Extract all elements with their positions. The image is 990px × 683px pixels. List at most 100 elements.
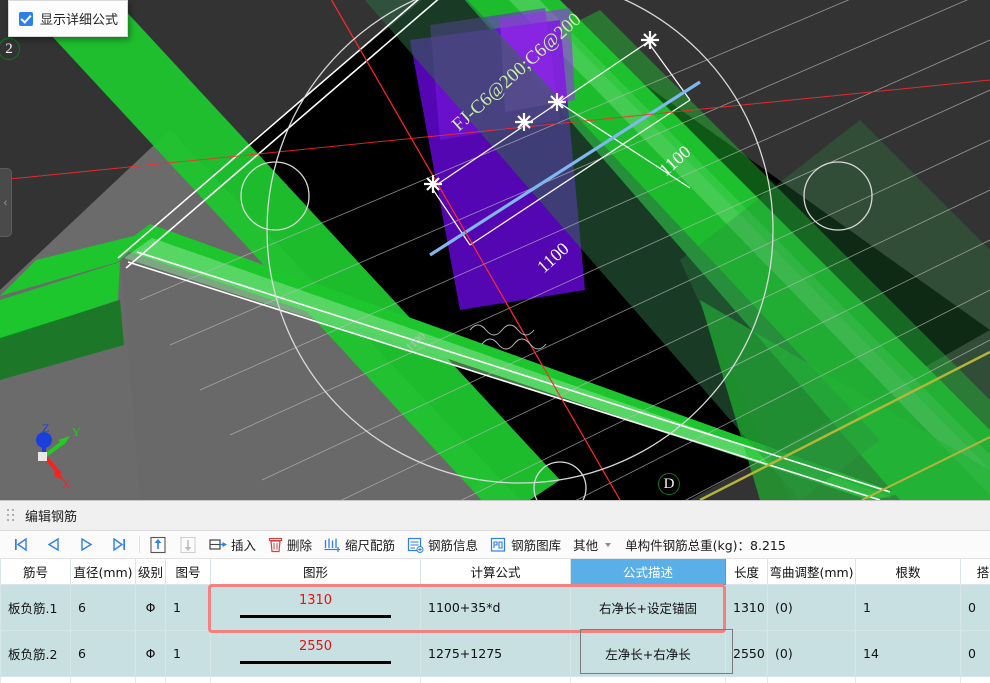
arrow-down-icon <box>180 536 196 553</box>
cell-desc[interactable]: 右净长+设定锚固 <box>570 584 726 631</box>
cell-overlap[interactable]: 0 <box>960 630 990 677</box>
table-header-row: 筋号 直径(mm) 级别 图号 图形 计算公式 公式描述 长度 弯曲调整(mm)… <box>0 559 990 585</box>
cell-empty[interactable] <box>420 676 571 683</box>
cell-drawno[interactable]: 1 <box>165 630 211 677</box>
cell-formula[interactable]: 1100+35*d <box>420 584 571 631</box>
panel-title: 编辑钢筋 <box>25 510 78 525</box>
application-root: 2 D FJ-C6@200;C6@200 1100 1100 1100 Z Y … <box>0 0 990 683</box>
other-label: 其他 <box>573 538 599 553</box>
cell-no[interactable]: 板负筋.1 <box>0 584 71 631</box>
cell-empty[interactable] <box>70 676 136 683</box>
column-header-shape[interactable]: 图形 <box>210 559 421 585</box>
insert-label: 插入 <box>231 538 257 553</box>
delete-label: 删除 <box>287 538 313 553</box>
insert-row-button[interactable]: 插入 <box>203 533 262 557</box>
move-up-button[interactable] <box>143 533 173 557</box>
show-detailed-formula-label: 显示详细公式 <box>40 13 119 28</box>
shape-length-label: 1310 <box>298 593 333 608</box>
shape-rebar-line <box>240 661 391 664</box>
cad-3d-viewport[interactable]: 2 D FJ-C6@200;C6@200 1100 1100 1100 Z Y … <box>0 0 990 500</box>
cell-empty[interactable] <box>0 676 71 683</box>
axis-bubble-d[interactable]: D <box>658 473 680 495</box>
rebar-info-label: 钢筋信息 <box>428 538 479 553</box>
cell-bend[interactable]: (0) <box>767 630 856 677</box>
rebar-info-icon <box>407 537 424 553</box>
edit-rebar-panel: 编辑钢筋 插入 删除 缩尺配筋 钢筋信息 钢筋图库 其他 单构件钢筋总重(kg)… <box>0 500 990 683</box>
cell-count[interactable]: 14 <box>855 630 961 677</box>
rebar-toolbar: 插入 删除 缩尺配筋 钢筋信息 钢筋图库 其他 单构件钢筋总重(kg)：8.21… <box>0 531 990 559</box>
cell-overlap[interactable]: 0 <box>960 584 990 631</box>
cell-shape[interactable]: 1310 <box>210 584 421 631</box>
move-down-button[interactable] <box>173 533 203 557</box>
chevron-left-icon: ‹ <box>3 196 8 209</box>
delete-row-button[interactable]: 删除 <box>262 533 318 557</box>
cell-shape[interactable]: 2550 <box>210 630 421 677</box>
svg-text:Z: Z <box>42 421 49 435</box>
first-record-button[interactable] <box>4 533 37 557</box>
axis-bubble-label: 2 <box>5 40 13 57</box>
column-header-no[interactable]: 筋号 <box>0 559 71 585</box>
cell-empty[interactable] <box>165 676 211 683</box>
total-weight-label: 单构件钢筋总重(kg)：8.215 <box>625 538 786 553</box>
cell-drawno[interactable]: 1 <box>165 584 211 631</box>
shape-rebar-line <box>240 615 391 618</box>
cell-no[interactable]: 板负筋.2 <box>0 630 71 677</box>
cell-count[interactable]: 1 <box>855 584 961 631</box>
cell-grade[interactable]: Φ <box>135 630 166 677</box>
rebar-library-button[interactable]: 钢筋图库 <box>484 533 567 557</box>
cell-empty[interactable] <box>855 676 961 683</box>
axis-orientation-gizmo[interactable]: Z Y X <box>18 412 98 490</box>
column-header-formula[interactable]: 计算公式 <box>420 559 571 585</box>
panel-header: 编辑钢筋 <box>0 501 990 531</box>
cell-grade[interactable]: Φ <box>135 584 166 631</box>
other-menu-button[interactable]: 其他 <box>567 533 617 557</box>
column-header-desc[interactable]: 公式描述 <box>570 559 726 585</box>
cell-length[interactable]: 1310 <box>725 584 768 631</box>
svg-text:Y: Y <box>72 425 81 439</box>
table-row[interactable]: 板负筋.1 6 Φ 1 1310 1100+35*d 右净长+设定锚固 1310… <box>0 584 990 631</box>
next-record-icon <box>81 537 93 552</box>
scale-rebar-label: 缩尺配筋 <box>345 538 396 553</box>
column-header-length[interactable]: 长度 <box>725 559 768 585</box>
svg-text:X: X <box>62 477 71 490</box>
cell-empty[interactable] <box>210 676 421 683</box>
cad-scene <box>0 0 990 500</box>
drag-grip-icon[interactable] <box>7 508 16 523</box>
show-detailed-formula-panel[interactable]: 显示详细公式 <box>8 0 128 37</box>
trash-icon <box>268 537 283 552</box>
next-record-button[interactable] <box>70 533 103 557</box>
rebar-grid[interactable]: 筋号 直径(mm) 级别 图号 图形 计算公式 公式描述 长度 弯曲调整(mm)… <box>0 559 990 683</box>
scale-rebar-button[interactable]: 缩尺配筋 <box>318 533 401 557</box>
cell-empty[interactable] <box>570 676 726 683</box>
column-header-overlap[interactable]: 搭 <box>960 559 990 585</box>
column-header-grade[interactable]: 级别 <box>135 559 166 585</box>
cell-formula[interactable]: 1275+1275 <box>420 630 571 677</box>
arrow-up-icon <box>150 536 166 553</box>
last-record-button[interactable] <box>103 533 136 557</box>
cell-bend[interactable]: (0) <box>767 584 856 631</box>
table-row-empty[interactable] <box>0 676 990 683</box>
column-header-diameter[interactable]: 直径(mm) <box>70 559 136 585</box>
show-detailed-formula-checkbox[interactable] <box>19 11 33 26</box>
first-record-icon <box>15 537 27 552</box>
toolbar-separator <box>139 536 140 553</box>
cell-empty[interactable] <box>725 676 768 683</box>
cell-empty[interactable] <box>135 676 166 683</box>
cell-length[interactable]: 2550 <box>725 630 768 677</box>
insert-row-icon <box>209 538 227 550</box>
cell-desc[interactable]: 左净长+右净长 <box>570 630 726 677</box>
table-row[interactable]: 板负筋.2 6 Φ 1 2550 1275+1275 左净长+右净长 2550 <box>0 630 990 677</box>
cell-diameter[interactable]: 6 <box>70 584 136 631</box>
rebar-table: 筋号 直径(mm) 级别 图号 图形 计算公式 公式描述 长度 弯曲调整(mm)… <box>0 559 990 683</box>
rebar-info-button[interactable]: 钢筋信息 <box>401 533 484 557</box>
column-header-bend[interactable]: 弯曲调整(mm) <box>767 559 856 585</box>
previous-record-icon <box>47 537 59 552</box>
left-panel-collapse-handle[interactable]: ‹ <box>0 168 12 237</box>
cell-empty[interactable] <box>767 676 856 683</box>
column-header-drawno[interactable]: 图号 <box>165 559 211 585</box>
cell-diameter[interactable]: 6 <box>70 630 136 677</box>
shape-length-label: 2550 <box>298 639 333 654</box>
column-header-count[interactable]: 根数 <box>855 559 961 585</box>
previous-record-button[interactable] <box>37 533 70 557</box>
cell-empty[interactable] <box>960 676 990 683</box>
